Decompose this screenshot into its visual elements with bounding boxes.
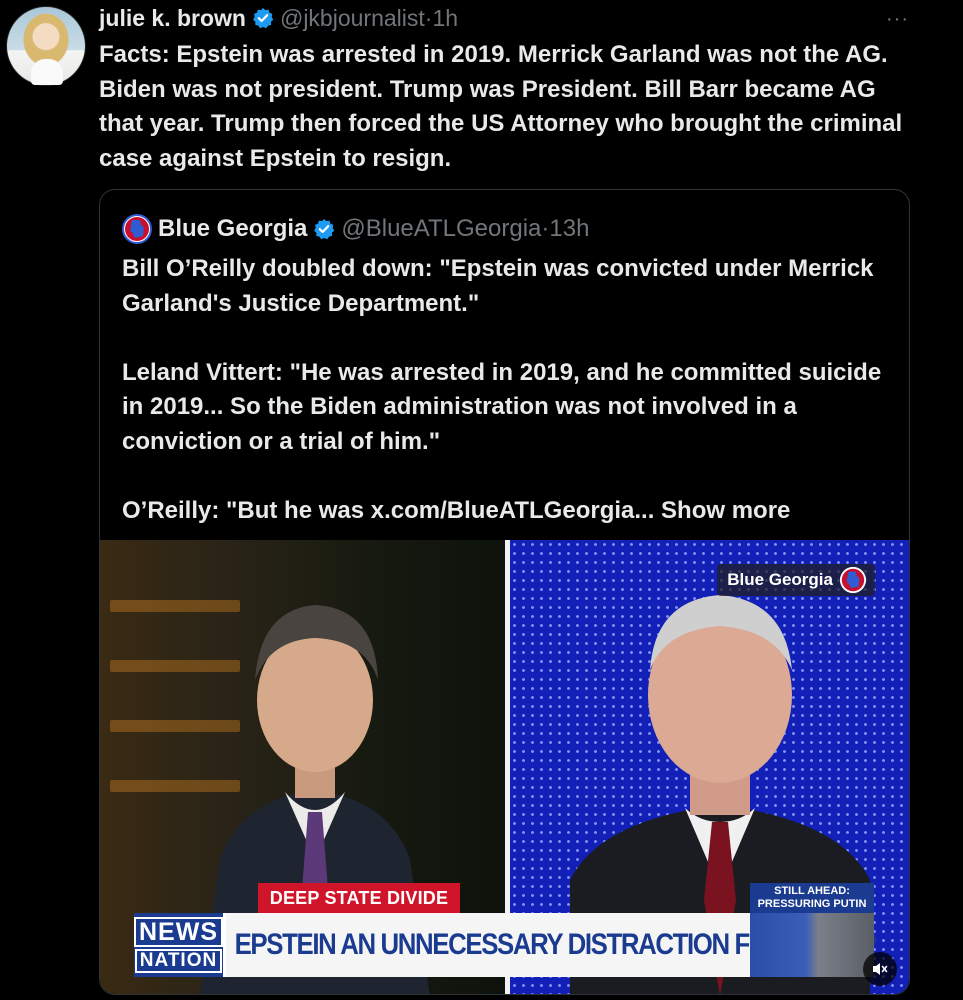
- watermark: Blue Georgia: [717, 564, 875, 596]
- quote-author-handle[interactable]: @BlueATLGeorgia: [341, 215, 541, 243]
- quote-author-name[interactable]: Blue Georgia: [158, 215, 307, 243]
- verified-badge-icon: [253, 8, 274, 29]
- quote-paragraph-2: Leland Vittert: "He was arrested in 2019…: [122, 358, 882, 455]
- quote-paragraph-1: Bill O’Reilly doubled down: "Epstein was…: [122, 255, 874, 317]
- quote-truncated-text: O’Reilly: "But he was x.com/BlueATLGeorg…: [122, 496, 655, 524]
- quote-timestamp[interactable]: 13h: [549, 215, 589, 243]
- separator-dot: ·: [541, 215, 550, 242]
- blue-georgia-logo-icon[interactable]: [122, 214, 152, 244]
- separator-dot: ·: [424, 4, 433, 31]
- more-icon[interactable]: ···: [886, 8, 909, 31]
- still-ahead-line-1: STILL AHEAD:: [774, 885, 850, 897]
- logo-line-2: NATION: [134, 949, 223, 973]
- author-handle[interactable]: @jkbjournalist: [280, 5, 425, 32]
- quoted-tweet[interactable]: Blue Georgia @BlueATLGeorgia · 13h Bill …: [99, 189, 910, 995]
- mute-button[interactable]: [863, 952, 897, 986]
- logo-line-1: NEWS: [134, 917, 223, 947]
- ticker-tag: DEEP STATE DIVIDE: [258, 883, 460, 913]
- show-more-link[interactable]: Show more: [661, 497, 790, 524]
- author-name[interactable]: julie k. brown: [99, 5, 246, 32]
- still-ahead-line-2: PRESSURING PUTIN: [757, 898, 867, 910]
- watermark-text: Blue Georgia: [727, 570, 833, 589]
- tweet-header: julie k. brown @jkbjournalist · 1h: [99, 4, 458, 32]
- blue-georgia-logo-icon: [839, 566, 867, 594]
- still-ahead-box: STILL AHEAD: PRESSURING PUTIN: [750, 883, 874, 913]
- timestamp[interactable]: 1h: [432, 5, 458, 32]
- newsnation-logo: NEWS NATION: [134, 913, 226, 977]
- quote-header: Blue Georgia @BlueATLGeorgia · 13h: [122, 214, 589, 244]
- video-player[interactable]: Blue Georgia DEEP STATE DIVIDE NEWS NATI…: [100, 540, 909, 994]
- lower-third: NEWS NATION EPSTEIN AN UNNECESSARY DISTR…: [134, 913, 877, 977]
- tweet-text: Facts: Epstein was arrested in 2019. Mer…: [99, 41, 903, 172]
- quote-paragraph-3: O’Reilly: "But he was x.com/BlueATLGeorg…: [122, 494, 902, 529]
- mute-icon: [873, 963, 888, 975]
- verified-badge-icon: [314, 219, 335, 240]
- quote-text: Bill O’Reilly doubled down: "Epstein was…: [122, 252, 902, 528]
- still-ahead-thumbnail: [750, 913, 874, 977]
- author-avatar[interactable]: [6, 6, 86, 86]
